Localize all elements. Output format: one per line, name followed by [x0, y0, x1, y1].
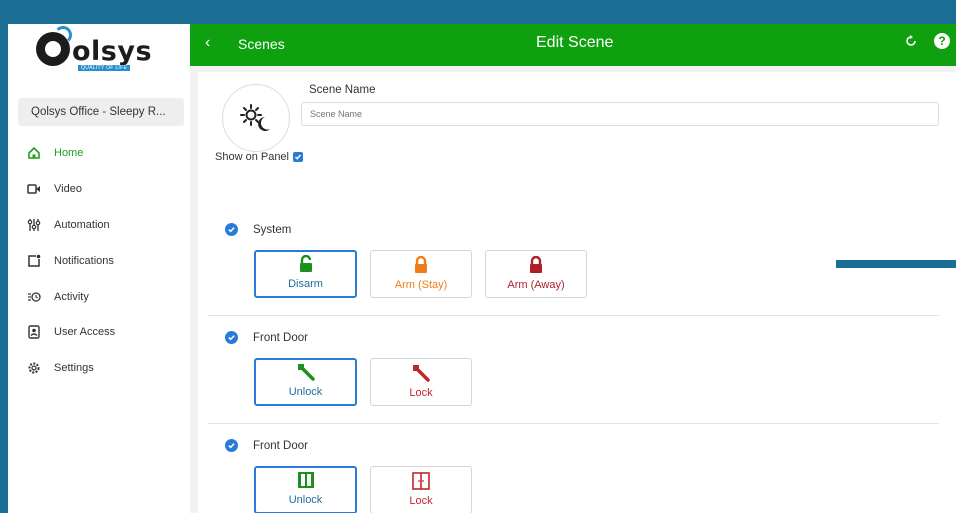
- scene-name-input[interactable]: [301, 102, 939, 126]
- scene-icon-picker[interactable]: [222, 84, 290, 152]
- sidebar-item-video[interactable]: Video: [26, 179, 82, 199]
- sliders-icon: [26, 217, 42, 233]
- sidebar-item-label: Video: [54, 183, 82, 195]
- disarm-button[interactable]: Disarm: [254, 250, 357, 298]
- sidebar-item-label: User Access: [54, 326, 116, 338]
- section-divider: [208, 315, 939, 316]
- qolsys-logo: olsys QUALITY OF LIFE: [36, 26, 172, 74]
- section-front-door-contact: Front Door: [225, 439, 308, 452]
- back-to-scenes-link[interactable]: Scenes: [238, 36, 285, 52]
- show-on-panel-label: Show on Panel: [215, 151, 289, 163]
- option-label: Disarm: [288, 278, 323, 290]
- door-lock-button[interactable]: Lock: [370, 466, 472, 513]
- locked-padlock-icon: [526, 255, 546, 275]
- show-on-panel: Show on Panel: [215, 151, 303, 163]
- option-label: Unlock: [288, 494, 323, 506]
- sidebar-item-automation[interactable]: Automation: [26, 215, 110, 235]
- option-label: Unlock: [288, 386, 323, 398]
- notification-icon: [26, 253, 42, 269]
- sidebar-item-label: Activity: [54, 291, 89, 303]
- sidebar-item-settings[interactable]: Settings: [26, 358, 94, 378]
- key-icon: [411, 363, 431, 383]
- option-label: Arm (Away): [507, 279, 565, 291]
- user-access-icon: [26, 324, 42, 340]
- location-selector[interactable]: Qolsys Office - Sleepy R...: [18, 98, 184, 126]
- help-icon[interactable]: ?: [934, 33, 950, 49]
- app-window: olsys QUALITY OF LIFE Qolsys Office - Sl…: [8, 24, 956, 513]
- logo-text: olsys: [72, 36, 153, 67]
- section-front-door-lock: Front Door: [225, 331, 308, 344]
- sidebar-item-label: Home: [54, 147, 84, 159]
- sidebar-item-notifications[interactable]: Notifications: [26, 251, 114, 271]
- option-label: Lock: [409, 495, 433, 507]
- section-title: Front Door: [253, 439, 308, 452]
- edit-scene-panel: Scene Name Show on Panel System Disarm: [198, 72, 956, 513]
- section-check-icon[interactable]: [225, 223, 238, 236]
- refresh-icon[interactable]: [904, 34, 918, 48]
- sun-moon-icon: [240, 104, 270, 131]
- section-title: Front Door: [253, 331, 308, 344]
- sidebar-item-label: Settings: [54, 362, 94, 374]
- door-icon: [296, 470, 316, 490]
- top-bar: ‹ Scenes Edit Scene ?: [190, 24, 956, 66]
- arm-away-button[interactable]: Arm (Away): [485, 250, 587, 298]
- key-icon: [296, 362, 316, 382]
- sidebar-item-label: Notifications: [54, 255, 114, 267]
- unlock-button[interactable]: Unlock: [254, 358, 357, 406]
- sidebar-item-user-access[interactable]: User Access: [26, 322, 115, 342]
- show-on-panel-checkbox[interactable]: [293, 152, 303, 162]
- lock-button[interactable]: Lock: [370, 358, 472, 406]
- option-label: Arm (Stay): [394, 279, 448, 291]
- door-icon: [411, 471, 431, 491]
- home-icon: [26, 145, 42, 161]
- door-unlock-button[interactable]: Unlock: [254, 466, 357, 513]
- decorative-accent-line: [836, 260, 956, 268]
- sidebar: olsys QUALITY OF LIFE Qolsys Office - Sl…: [8, 24, 190, 513]
- page-title: Edit Scene: [536, 34, 614, 51]
- sidebar-item-label: Automation: [54, 219, 110, 231]
- section-title: System: [253, 223, 292, 236]
- option-label: Lock: [409, 387, 433, 399]
- arm-stay-button[interactable]: Arm (Stay): [370, 250, 472, 298]
- section-check-icon[interactable]: [225, 439, 238, 452]
- locked-padlock-icon: [411, 255, 431, 275]
- sidebar-item-home[interactable]: Home: [26, 143, 83, 163]
- sidebar-item-activity[interactable]: Activity: [26, 287, 89, 307]
- logo-tagline: QUALITY OF LIFE: [78, 65, 131, 71]
- section-divider: [208, 423, 939, 424]
- back-chevron-icon[interactable]: ‹: [205, 34, 210, 52]
- unlocked-padlock-icon: [296, 254, 316, 274]
- section-system: System: [225, 223, 291, 236]
- scene-name-label: Scene Name: [309, 84, 376, 96]
- gear-icon: [26, 360, 42, 376]
- activity-icon: [26, 289, 42, 305]
- video-icon: [26, 181, 42, 197]
- section-check-icon[interactable]: [225, 331, 238, 344]
